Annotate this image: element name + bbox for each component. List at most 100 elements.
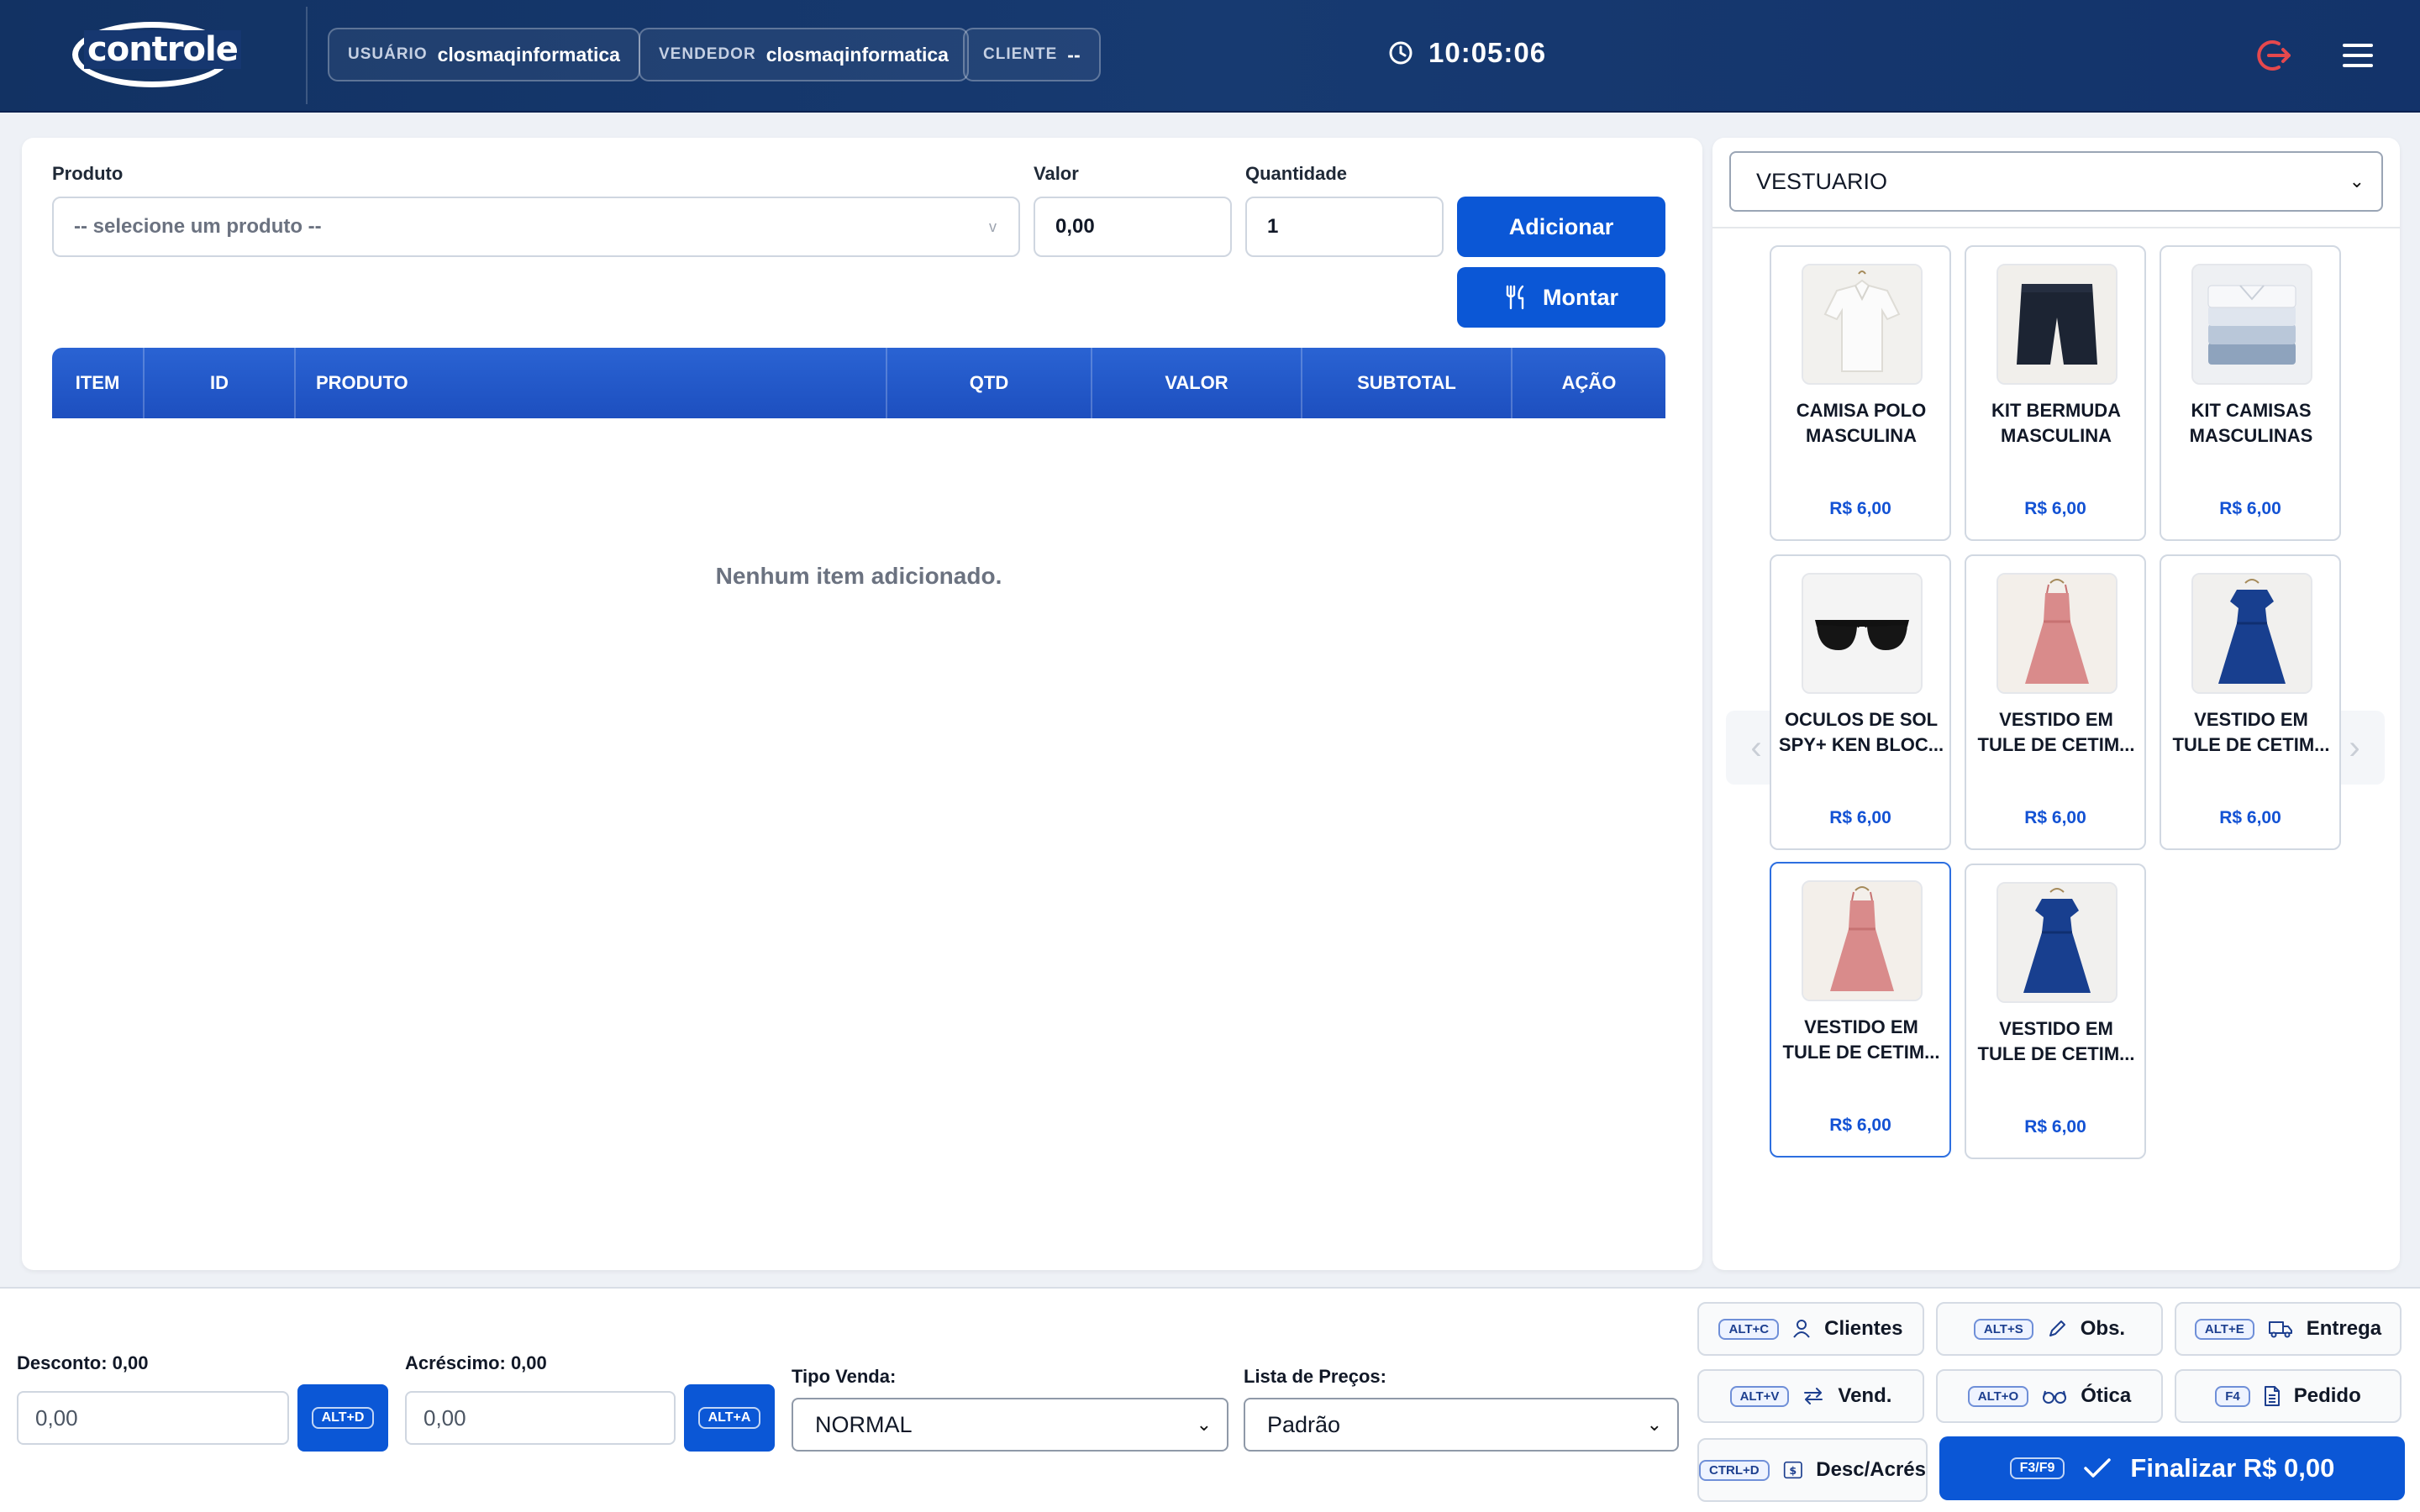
product-price: R$ 6,00 — [2024, 1117, 2086, 1137]
controle-logo[interactable]: controle — [72, 22, 241, 87]
montar-button[interactable]: Montar — [1457, 267, 1665, 328]
product-price: R$ 6,00 — [2219, 499, 2281, 518]
vendedor-key: VENDEDOR — [659, 45, 756, 63]
category-value: VESTUARIO — [1756, 168, 1888, 194]
quantidade-label: Quantidade — [1245, 163, 1348, 184]
folded-shirts-image — [2191, 264, 2312, 385]
otica-button[interactable]: ALT+O Ótica — [1936, 1369, 2163, 1423]
desconto-input[interactable]: 0,00 — [17, 1391, 289, 1445]
logout-icon[interactable] — [2254, 35, 2294, 76]
adicionar-label: Adicionar — [1508, 213, 1614, 239]
pink-dress-image — [1802, 880, 1923, 1001]
usuario-chip: USUÁRIO closmaqinformatica — [328, 28, 640, 81]
items-table-header: ITEM ID PRODUTO QTD VALOR SUBTOTAL AÇÃO — [52, 348, 1665, 418]
finalizar-button[interactable]: F3/F9 Finalizar R$ 0,00 — [1939, 1436, 2405, 1500]
obs-label: Obs. — [2080, 1317, 2126, 1340]
acrescimo-input[interactable]: 0,00 — [405, 1391, 676, 1445]
lista-precos-label: Lista de Preços: — [1244, 1366, 1386, 1387]
produto-placeholder: -- selecione um produto -- — [74, 215, 322, 238]
valor-value: 0,00 — [1055, 215, 1095, 238]
check-icon — [2084, 1458, 2112, 1478]
adicionar-button[interactable]: Adicionar — [1457, 197, 1665, 257]
desc-acres-button[interactable]: CTRL+D $ Desc/Acrés — [1697, 1438, 1928, 1502]
pencil-icon — [2049, 1320, 2065, 1336]
empty-table-message: Nenhum item adicionado. — [715, 563, 1002, 589]
quantidade-input[interactable]: 1 — [1245, 197, 1444, 257]
pink-dress-image — [1996, 573, 2118, 694]
desc-acres-label: Desc/Acrés — [1816, 1458, 1926, 1481]
entrega-button[interactable]: ALT+E Entrega — [2175, 1302, 2402, 1356]
clock-time: 10:05:06 — [1428, 37, 1547, 68]
col-subtotal: SUBTOTAL — [1302, 348, 1512, 418]
product-price: R$ 6,00 — [2219, 808, 2281, 827]
valor-label: Valor — [1034, 163, 1079, 184]
product-name: VESTIDO EM TULE DE CETIM... — [1977, 1018, 2135, 1064]
product-card[interactable]: VESTIDO EM TULE DE CETIM... R$ 6,00 — [1965, 554, 2146, 850]
alt-e-key: ALT+E — [2194, 1318, 2254, 1340]
product-card-selected[interactable]: VESTIDO EM TULE DE CETIM... R$ 6,00 — [1770, 862, 1951, 1158]
clientes-button[interactable]: ALT+C Clientes — [1697, 1302, 1924, 1356]
montar-label: Montar — [1543, 284, 1618, 310]
product-card[interactable]: OCULOS DE SOL SPY+ KEN BLOC... R$ 6,00 — [1770, 554, 1951, 850]
pedido-button[interactable]: F4 Pedido — [2175, 1369, 2402, 1423]
lista-precos-value: Padrão — [1267, 1411, 1341, 1437]
chevron-left-icon: ‹ — [1750, 728, 1762, 766]
product-price: R$ 6,00 — [2024, 808, 2086, 827]
col-valor: VALOR — [1092, 348, 1302, 418]
valor-input[interactable]: 0,00 — [1034, 197, 1232, 257]
product-card[interactable]: VESTIDO EM TULE DE CETIM... R$ 6,00 — [1965, 864, 2146, 1159]
vendedor-value: closmaqinformatica — [765, 43, 949, 66]
produto-label: Produto — [52, 163, 124, 184]
tipo-venda-select[interactable]: NORMAL ⌄ — [792, 1398, 1228, 1452]
product-card[interactable]: KIT CAMISAS MASCULINAS R$ 6,00 — [2160, 245, 2341, 541]
otica-label: Ótica — [2081, 1384, 2132, 1407]
col-produto: PRODUTO — [296, 348, 887, 418]
product-name: VESTIDO EM TULE DE CETIM... — [1782, 1016, 1940, 1063]
sale-items-panel: Produto -- selecione um produto -- v Val… — [22, 138, 1702, 1270]
chevron-right-icon: › — [2349, 728, 2360, 766]
white-polo-shirt-image — [1802, 264, 1923, 385]
hamburger-menu-icon[interactable] — [2341, 39, 2375, 72]
navy-shorts-image — [1996, 264, 2118, 385]
user-icon — [1793, 1320, 1810, 1338]
vend-label: Vend. — [1838, 1384, 1892, 1407]
product-card[interactable]: KIT BERMUDA MASCULINA R$ 6,00 — [1965, 245, 2146, 541]
alt-v-key: ALT+V — [1729, 1385, 1790, 1407]
pedido-label: Pedido — [2293, 1384, 2361, 1407]
product-card[interactable]: CAMISA POLO MASCULINA R$ 6,00 — [1770, 245, 1951, 541]
quantidade-value: 1 — [1267, 215, 1279, 238]
blue-dress-image — [2191, 573, 2312, 694]
chevron-down-icon: ⌄ — [2349, 171, 2365, 192]
chevron-down-icon: ⌄ — [1196, 1414, 1212, 1435]
cliente-value: -- — [1067, 43, 1081, 66]
product-price: R$ 6,00 — [1829, 499, 1891, 518]
product-name: VESTIDO EM TULE DE CETIM... — [2172, 709, 2330, 755]
acrescimo-value: 0,00 — [424, 1404, 466, 1431]
acrescimo-shortcut-button[interactable]: ALT+A — [684, 1384, 775, 1452]
col-id: ID — [145, 348, 296, 418]
vend-button[interactable]: ALT+V Vend. — [1697, 1369, 1924, 1423]
col-acao: AÇÃO — [1561, 372, 1617, 393]
svg-text:$: $ — [1789, 1464, 1797, 1477]
obs-button[interactable]: ALT+S Obs. — [1936, 1302, 2163, 1356]
product-name: VESTIDO EM TULE DE CETIM... — [1977, 709, 2135, 755]
cliente-chip: CLIENTE -- — [963, 28, 1101, 81]
cliente-key: CLIENTE — [983, 45, 1058, 63]
alt-s-key: ALT+S — [1973, 1318, 2033, 1340]
usuario-key: USUÁRIO — [348, 45, 428, 63]
chevron-down-icon: ⌄ — [1646, 1414, 1662, 1435]
product-price: R$ 6,00 — [1829, 808, 1891, 827]
header-divider — [306, 7, 308, 104]
alt-a-key: ALT+A — [697, 1407, 761, 1429]
alt-c-key: ALT+C — [1718, 1318, 1780, 1340]
usuario-value: closmaqinformatica — [437, 43, 620, 66]
acrescimo-label: Acréscimo: 0,00 — [405, 1352, 547, 1373]
desconto-shortcut-button[interactable]: ALT+D — [297, 1384, 388, 1452]
produto-select[interactable]: -- selecione um produto -- v — [52, 197, 1020, 257]
product-card[interactable]: VESTIDO EM TULE DE CETIM... R$ 6,00 — [2160, 554, 2341, 850]
ctrl-d-key: CTRL+D — [1699, 1459, 1770, 1481]
clientes-label: Clientes — [1824, 1317, 1903, 1340]
tipo-venda-value: NORMAL — [815, 1411, 913, 1437]
category-select[interactable]: VESTUARIO ⌄ — [1729, 151, 2383, 212]
lista-precos-select[interactable]: Padrão ⌄ — [1244, 1398, 1679, 1452]
